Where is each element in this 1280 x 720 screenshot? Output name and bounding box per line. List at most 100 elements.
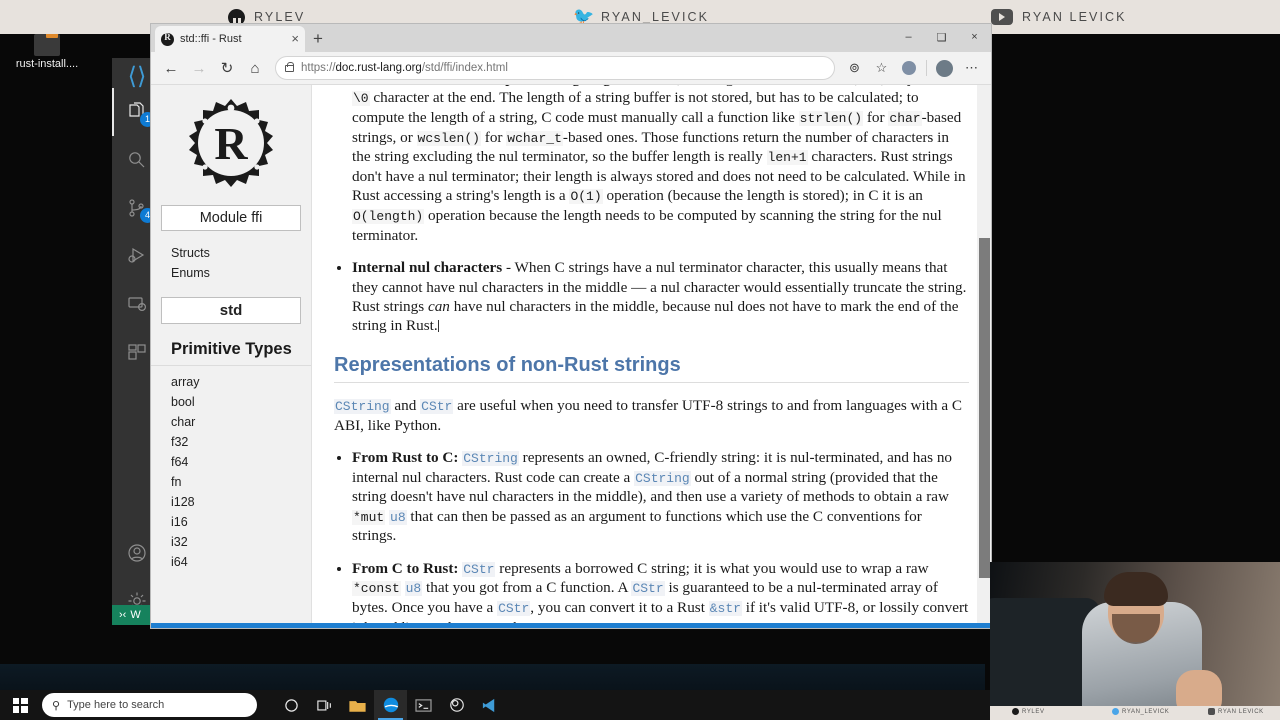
bullet-term: Internal nul characters (352, 259, 503, 277)
sidebar-link-structs[interactable]: Structs (151, 243, 311, 263)
webcam-social-strip: RYLEV RYAN_LEVICK RYAN LEVICK (990, 706, 1280, 720)
text-cursor (437, 320, 439, 333)
taskbar-windows-terminal[interactable] (407, 690, 440, 720)
folder-icon (349, 700, 366, 712)
primitive-types-heading: Primitive Types (151, 336, 311, 366)
web-page: R Module ffi Structs Enums std Primitive… (151, 85, 991, 628)
terminal-icon (415, 698, 432, 712)
list-item: Internal nul characters - When C strings… (352, 258, 969, 336)
social-twitter: 🐦 RYAN_LEVICK (573, 8, 709, 25)
taskbar-visual-studio-code[interactable] (473, 690, 506, 720)
taskbar-obs-studio[interactable] (440, 690, 473, 720)
maximize-button[interactable]: ❑ (925, 24, 958, 50)
profile-avatar[interactable] (932, 56, 957, 81)
window-controls[interactable]: – ❑ × (892, 24, 991, 50)
primitive-f64[interactable]: f64 (151, 452, 311, 472)
page-scrollbar[interactable] (977, 85, 991, 628)
url-prefix: https:// (301, 62, 336, 74)
back-button[interactable]: ← (158, 55, 184, 81)
type-link[interactable]: CString (634, 470, 691, 486)
more-menu-icon[interactable]: ⋯ (959, 56, 984, 81)
primitive-i16[interactable]: i16 (151, 512, 311, 532)
zoom-icon[interactable]: ⊚ (842, 56, 867, 81)
home-button[interactable]: ⌂ (242, 55, 268, 81)
primitive-char[interactable]: char (151, 412, 311, 432)
vscode-logo-icon: ⟨⟩ (127, 63, 147, 90)
webcam-social-twitter: RYAN_LEVICK (1112, 708, 1169, 715)
inline-code: O(1) (569, 189, 603, 205)
sidebar-link-enums[interactable]: Enums (151, 263, 311, 283)
refresh-button[interactable]: ↻ (214, 55, 240, 81)
browser-bottom-strip (151, 623, 991, 628)
list-item: From C to Rust: CStr represents a borrow… (352, 559, 969, 628)
rustdoc-sidebar[interactable]: R Module ffi Structs Enums std Primitive… (151, 85, 312, 628)
rust-favicon (161, 32, 174, 46)
taskbar-file-explorer[interactable] (341, 690, 374, 720)
windows-logo-icon (12, 697, 28, 713)
primitive-i64[interactable]: i64 (151, 552, 311, 572)
cortana-icon (285, 698, 298, 712)
browser-toolbar[interactable]: ← → ↻ ⌂ https://doc.rust-lang.org/std/ff… (151, 52, 991, 85)
new-tab-button[interactable]: + (305, 26, 331, 52)
module-title-box[interactable]: Module ffi (161, 205, 301, 231)
toolbar-divider (926, 60, 927, 76)
type-link[interactable]: &str (708, 601, 742, 617)
browser-tab[interactable]: std::ffi - Rust × (155, 26, 305, 52)
social-github: RYLEV (228, 8, 305, 26)
address-bar[interactable]: https://doc.rust-lang.org/std/ffi/index.… (275, 56, 835, 80)
vscode-icon (482, 698, 495, 712)
search-icon: ⚲ (52, 699, 61, 712)
taskbar-task-view[interactable] (308, 690, 341, 720)
account-icon (128, 544, 146, 562)
section-heading-representations[interactable]: Representations of non-Rust strings (334, 354, 969, 383)
primitive-types-list[interactable]: array bool char f32 f64 fn i128 i16 i32 … (151, 372, 311, 572)
type-link[interactable]: CStr (631, 581, 665, 597)
windows-taskbar[interactable]: ⚲ Type here to search (0, 690, 990, 720)
browser-window[interactable]: std::ffi - Rust × + – ❑ × ← → ↻ ⌂ https:… (151, 24, 991, 628)
type-link[interactable]: CString (462, 451, 519, 466)
webcam-github-label: RYLEV (1022, 708, 1045, 715)
start-button[interactable] (0, 690, 40, 720)
primitive-bool[interactable]: bool (151, 392, 311, 412)
intro-paragraph: CString and CStr are useful when you nee… (334, 396, 963, 434)
inline-code: strlen() (798, 111, 864, 127)
type-link[interactable]: CStr (420, 398, 454, 414)
scrollbar-thumb[interactable] (979, 238, 990, 578)
taskbar-cortana[interactable] (275, 690, 308, 720)
taskbar-search-input[interactable]: ⚲ Type here to search (42, 693, 257, 717)
ffi-considerations-list: Nul terminators and implicit string leng… (352, 85, 969, 336)
status-remote-indicator[interactable]: ›‹ W (112, 605, 148, 625)
type-link[interactable]: CStr (462, 561, 496, 577)
github-icon (228, 8, 245, 26)
forward-button[interactable]: → (186, 55, 212, 81)
taskbar-microsoft-edge[interactable] (374, 690, 407, 720)
webcam-social-github: RYLEV (1012, 708, 1045, 715)
primitive-fn[interactable]: fn (151, 472, 311, 492)
conversion-list: From Rust to C: CString represents an ow… (352, 448, 969, 628)
desktop-icon-label: rust-install.... (15, 58, 79, 70)
minimize-button[interactable]: – (892, 24, 925, 50)
crate-box-std[interactable]: std (161, 297, 301, 324)
close-tab-icon[interactable]: × (291, 32, 299, 45)
type-link[interactable]: CStr (497, 601, 531, 617)
primitive-f32[interactable]: f32 (151, 432, 311, 452)
browser-title-bar[interactable]: std::ffi - Rust × + – ❑ × (151, 24, 991, 52)
primitive-i32[interactable]: i32 (151, 532, 311, 552)
primitive-i128[interactable]: i128 (151, 492, 311, 512)
inline-code: wchar_t (506, 130, 563, 146)
collections-icon[interactable] (896, 56, 921, 81)
tab-title: std::ffi - Rust (180, 33, 242, 45)
type-link[interactable]: u8 (389, 509, 407, 525)
primitive-array[interactable]: array (151, 372, 311, 392)
desktop-icon-rust-install[interactable]: rust-install.... (4, 31, 90, 70)
bullet-term: Nul terminators and implicit string leng… (352, 85, 630, 87)
close-window-button[interactable]: × (958, 24, 991, 50)
youtube-icon (991, 9, 1013, 25)
youtube-icon (1208, 708, 1215, 715)
list-item: Nul terminators and implicit string leng… (352, 85, 969, 245)
bullet-term: From Rust to C: (352, 449, 459, 466)
type-link[interactable]: u8 (404, 581, 423, 597)
social-youtube: RYAN LEVICK (991, 9, 1127, 25)
favorites-star-icon[interactable]: ☆ (869, 56, 894, 81)
type-link[interactable]: CString (334, 398, 391, 414)
